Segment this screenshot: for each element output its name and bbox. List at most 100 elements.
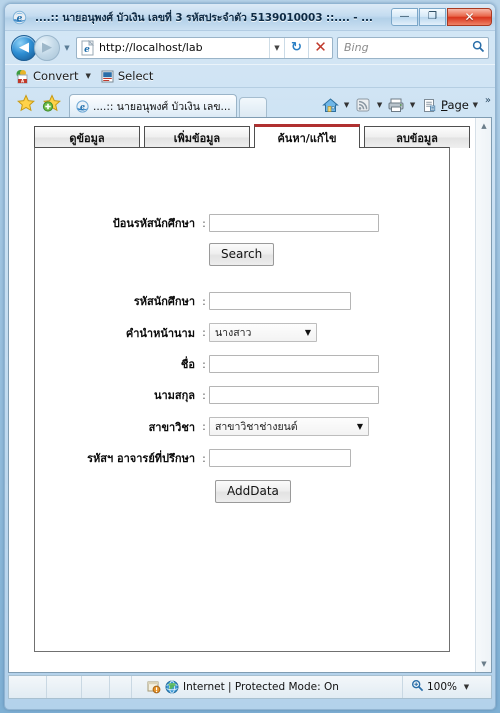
form-row-search-student-id: ป้อนรหัสนักศึกษา : bbox=[35, 214, 449, 232]
student-form: ป้อนรหัสนักศึกษา : Search รหัสนักศึกษา : bbox=[35, 148, 449, 503]
colon-separator: : bbox=[202, 357, 206, 371]
status-bar: Internet | Protected Mode: On 100% ▼ bbox=[8, 675, 492, 699]
select-icon bbox=[100, 69, 115, 84]
window-title: ....:: นายอนุพงศ์ บัวเงิน เลขที่ 3 รหัสป… bbox=[35, 11, 373, 24]
search-input[interactable]: Bing bbox=[338, 41, 468, 54]
printer-icon[interactable] bbox=[386, 95, 406, 115]
tab-favicon-icon: e bbox=[75, 99, 90, 114]
page-vertical-scrollbar[interactable]: ▲ ▼ bbox=[475, 118, 491, 672]
convert-dropdown-button[interactable]: ▼ bbox=[81, 72, 96, 80]
toolbar-overflow-button[interactable]: » bbox=[482, 95, 491, 106]
browser-window: e ....:: นายอนุพงศ์ บัวเงิน เลขที่ 3 รหั… bbox=[4, 3, 496, 710]
security-zone-text: Internet | Protected Mode: On bbox=[183, 681, 339, 693]
search-box[interactable]: Bing bbox=[337, 36, 489, 59]
select-label: Select bbox=[117, 69, 154, 83]
major-value: สาขาวิชาช่างยนต์ bbox=[215, 421, 298, 433]
favorites-center-icon[interactable] bbox=[16, 93, 36, 113]
major-label: สาขาวิชา bbox=[148, 420, 195, 434]
add-data-button[interactable]: AddData bbox=[215, 480, 291, 503]
page-tab-label: ลบข้อมูล bbox=[396, 131, 438, 145]
status-cell-3 bbox=[82, 676, 110, 698]
last-name-input[interactable] bbox=[209, 386, 379, 404]
form-row-last-name: นามสกุล : bbox=[35, 386, 449, 404]
page-favicon-icon: e bbox=[80, 39, 96, 56]
page-tab-label: เพิ่มข้อมูล bbox=[173, 131, 221, 145]
rss-icon[interactable] bbox=[353, 95, 373, 115]
close-button[interactable]: ✕ bbox=[447, 8, 492, 26]
stop-button[interactable]: ✕ bbox=[308, 37, 332, 58]
page-tab-view-data[interactable]: ดูข้อมูล bbox=[34, 126, 140, 148]
browser-tab[interactable]: e ....:: นายอนุพงศ์ บัวเงิน เลข... bbox=[69, 94, 237, 117]
browser-tab-title: ....:: นายอนุพงศ์ บัวเงิน เลข... bbox=[93, 100, 231, 113]
search-button[interactable]: Search bbox=[209, 243, 275, 266]
colon-separator: : bbox=[202, 216, 206, 230]
zoom-control[interactable]: 100% ▼ bbox=[401, 676, 479, 698]
search-student-id-input[interactable] bbox=[209, 214, 379, 232]
status-cell-4 bbox=[110, 676, 132, 698]
shield-icon bbox=[146, 680, 161, 694]
scroll-up-icon[interactable]: ▲ bbox=[476, 118, 491, 134]
add-to-favorites-icon[interactable] bbox=[42, 93, 62, 113]
title-bar: e ....:: นายอนุพงศ์ บัวเงิน เลขที่ 3 รหั… bbox=[5, 4, 495, 31]
colon-separator: : bbox=[202, 326, 206, 339]
refresh-button[interactable]: ↻ bbox=[284, 37, 308, 58]
refresh-icon: ↻ bbox=[291, 40, 302, 55]
zoom-level-text: 100% bbox=[426, 681, 457, 693]
convert-button[interactable]: A Convert bbox=[15, 69, 78, 84]
select-button[interactable]: Select bbox=[100, 69, 153, 84]
rss-dropdown-button[interactable]: ▼ bbox=[373, 101, 386, 109]
page-tab-search-edit[interactable]: ค้นหา/แก้ไข bbox=[254, 124, 360, 148]
forward-arrow-icon: ▶ bbox=[42, 40, 52, 55]
colon-separator: : bbox=[202, 388, 206, 402]
address-dropdown-button[interactable]: ▼ bbox=[269, 37, 284, 58]
first-name-input[interactable] bbox=[209, 355, 379, 373]
search-button-row: Search bbox=[35, 243, 449, 266]
page-tab-strip: ดูข้อมูล เพิ่มข้อมูล ค้นหา/แก้ไข ลบข้อมู… bbox=[9, 124, 475, 148]
internet-explorer-icon: e bbox=[11, 9, 28, 26]
address-bar[interactable]: e http://localhost/lab ▼ ↻ ✕ bbox=[76, 36, 333, 59]
page-tab-label: ดูข้อมูล bbox=[69, 131, 105, 145]
page-tab-label: ค้นหา/แก้ไข bbox=[277, 131, 337, 145]
chevron-down-icon: ▼ bbox=[356, 422, 364, 431]
adobe-pdf-toolbar: A Convert ▼ Select bbox=[5, 64, 495, 88]
advisor-code-input[interactable] bbox=[209, 449, 351, 467]
colon-separator: : bbox=[202, 294, 206, 308]
student-id-label: รหัสนักศึกษา bbox=[133, 295, 195, 308]
advisor-code-label: รหัสฯ อาจารย์ที่ปรึกษา bbox=[87, 452, 195, 465]
submit-button-row: AddData bbox=[35, 480, 449, 503]
page-tab-delete-data[interactable]: ลบข้อมูล bbox=[364, 126, 470, 148]
new-tab-button[interactable] bbox=[238, 97, 267, 117]
page-dropdown-button[interactable]: ▼ bbox=[469, 101, 482, 109]
convert-label: Convert bbox=[33, 69, 79, 83]
home-icon[interactable] bbox=[320, 95, 340, 115]
page-menu-button[interactable]: Page bbox=[419, 95, 469, 115]
web-content: ดูข้อมูล เพิ่มข้อมูล ค้นหา/แก้ไข ลบข้อมู… bbox=[9, 118, 475, 672]
chevron-down-icon: ▼ bbox=[304, 328, 312, 337]
toolbar-buttons: ▼ ▼ ▼ Page ▼ » bbox=[320, 95, 495, 117]
navigation-bar: ◀ ▶ ▼ e http://localhost/lab ▼ ↻ ✕ Bing bbox=[5, 31, 495, 64]
window-controls: — ❐ ✕ bbox=[390, 8, 492, 26]
page-tab-add-data[interactable]: เพิ่มข้อมูล bbox=[144, 126, 250, 148]
history-dropdown-button[interactable]: ▼ bbox=[60, 44, 74, 52]
browser-tab-bar: e ....:: นายอนุพงศ์ บัวเงิน เลข... ▼ ▼ ▼… bbox=[5, 88, 495, 117]
form-row-first-name: ชื่อ : bbox=[35, 355, 449, 373]
security-zone-indicator[interactable]: Internet | Protected Mode: On bbox=[132, 680, 402, 694]
search-icon[interactable] bbox=[468, 40, 488, 56]
zoom-dropdown-button[interactable]: ▼ bbox=[460, 683, 473, 691]
colon-separator: : bbox=[202, 451, 206, 465]
resize-grip[interactable] bbox=[479, 676, 491, 698]
page-viewport: ดูข้อมูล เพิ่มข้อมูล ค้นหา/แก้ไข ลบข้อมู… bbox=[8, 117, 492, 673]
minimize-icon: — bbox=[399, 11, 410, 22]
scroll-down-icon[interactable]: ▼ bbox=[476, 656, 491, 672]
page-menu-rest: age bbox=[447, 98, 469, 112]
major-select[interactable]: สาขาวิชาช่างยนต์ ▼ bbox=[209, 417, 369, 436]
forward-button[interactable]: ▶ bbox=[34, 34, 60, 61]
student-id-input[interactable] bbox=[209, 292, 351, 310]
home-dropdown-button[interactable]: ▼ bbox=[340, 101, 353, 109]
name-prefix-select[interactable]: นางสาว ▼ bbox=[209, 323, 317, 342]
form-row-major: สาขาวิชา : สาขาวิชาช่างยนต์ ▼ bbox=[35, 417, 449, 436]
maximize-button[interactable]: ❐ bbox=[419, 8, 446, 26]
minimize-button[interactable]: — bbox=[391, 8, 418, 26]
printer-dropdown-button[interactable]: ▼ bbox=[406, 101, 419, 109]
maximize-icon: ❐ bbox=[428, 11, 437, 22]
